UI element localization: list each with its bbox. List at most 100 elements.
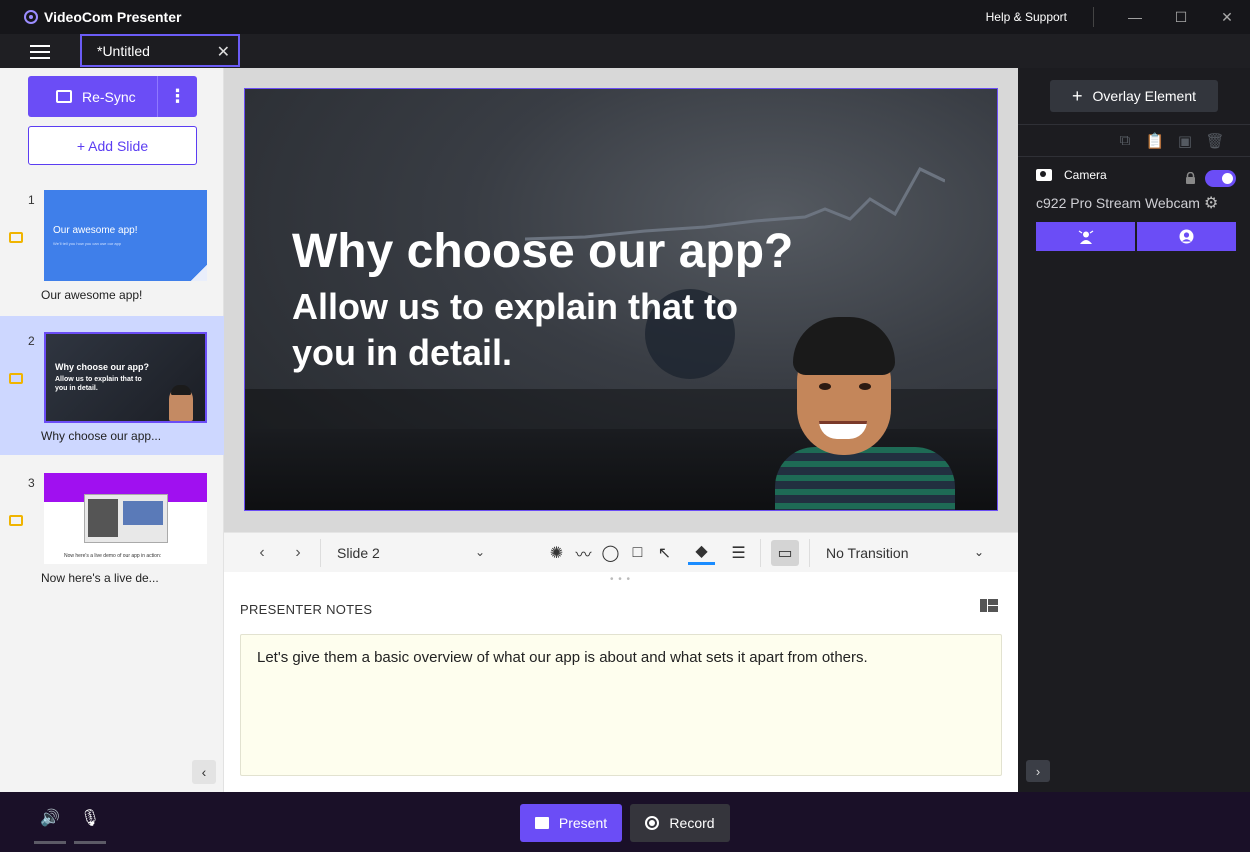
transition-dropdown-value: No Transition	[826, 544, 909, 561]
slide-list-item[interactable]: 1 Our awesome app! We'll tell you how yo…	[0, 179, 224, 309]
blur-person-icon	[1078, 230, 1093, 244]
divider	[1093, 7, 1094, 27]
camera-toggle[interactable]	[1205, 170, 1236, 187]
presenter-hair	[793, 317, 895, 375]
gear-icon[interactable]: ⚙	[1204, 193, 1218, 213]
camera-label: Camera	[1064, 168, 1107, 182]
tab-title: *Untitled	[97, 42, 150, 59]
close-tab-icon[interactable]: ✕	[217, 42, 230, 62]
tab-untitled[interactable]: *Untitled ✕	[80, 34, 240, 67]
present-label: Present	[558, 815, 608, 831]
minimize-button[interactable]: —	[1112, 0, 1158, 34]
thumb-subtitle: Now here's a live demo of our app in act…	[64, 553, 162, 559]
presenter-eye	[819, 383, 831, 390]
layout-icon[interactable]	[980, 599, 998, 612]
slide-subheadline[interactable]: Allow us to explain that to you in detai…	[292, 284, 772, 376]
speaker-control[interactable]: 🔊	[34, 808, 66, 844]
maximize-button[interactable]: ☐	[1158, 0, 1204, 34]
app-title: VideoCom Presenter	[44, 9, 182, 25]
slide-toolbar: ‹ › Slide 2 ⌄ ✺ 〰 ◯ □ ↖ ◆ ☰ ▭ No Transit…	[224, 532, 1018, 572]
slide-thumbnail: Our awesome app! We'll tell you how you …	[44, 190, 207, 281]
slides-badge-icon	[9, 515, 23, 526]
slide-list-item[interactable]: 2 Why choose our app? Allow us to explai…	[0, 316, 224, 455]
slide-canvas[interactable]: Why choose our app? Allow us to explain …	[244, 88, 998, 511]
person-mode-button[interactable]	[1137, 222, 1236, 251]
divider	[1018, 124, 1250, 125]
spotlight-icon[interactable]: ✺	[543, 541, 570, 565]
speaker-level[interactable]	[34, 841, 66, 844]
microphone-control[interactable]: 🎙	[74, 808, 106, 844]
chevron-down-icon: ⌄	[973, 544, 984, 559]
record-button[interactable]: Record	[630, 804, 730, 842]
add-slide-button[interactable]: + Add Slide	[28, 126, 197, 165]
slide-number: 1	[28, 193, 35, 207]
paste-icon[interactable]: 📋	[1140, 132, 1170, 150]
background-blur-button[interactable]	[1036, 222, 1135, 251]
slide-number: 3	[28, 476, 35, 490]
notes-textarea[interactable]: Let's give them a basic overview of what…	[240, 634, 1002, 776]
rectangle-icon[interactable]: □	[624, 541, 651, 565]
app-screenshot-thumbnail	[84, 494, 168, 543]
fill-icon[interactable]: ◆	[688, 541, 715, 565]
divider	[1018, 156, 1250, 157]
slides-panel: Re-Sync ⋮ + Add Slide 1 Our awesome app!…	[0, 68, 224, 792]
slides-badge-icon	[9, 373, 23, 384]
thumb-title: Our awesome app!	[53, 225, 138, 236]
webcam-overlay[interactable]	[775, 317, 955, 510]
speaker-icon: 🔊	[40, 810, 60, 827]
resize-handle[interactable]: • • •	[610, 574, 631, 585]
camera-row: Camera	[1036, 168, 1107, 182]
camera-mode-buttons	[1036, 222, 1236, 251]
slide-headline[interactable]: Why choose our app?	[292, 224, 793, 279]
presenter-notes-panel: • • • PRESENTER NOTES Let's give them a …	[224, 572, 1018, 792]
presenter-eye	[859, 383, 871, 390]
slide-number: 2	[28, 334, 35, 348]
notes-toggle-icon[interactable]: ▭	[771, 539, 799, 566]
slide-thumbnail: Now here's a live demo of our app in act…	[44, 473, 207, 564]
overlay-element-button[interactable]: + Overlay Element	[1050, 80, 1218, 112]
laser-icon[interactable]: 〰	[570, 541, 597, 565]
collapse-panel-button[interactable]: ‹	[192, 760, 216, 784]
slides-badge-icon	[9, 232, 23, 243]
properties-panel: + Overlay Element ⧉ 📋 ▣ 🗑 Camera c922 Pr…	[1018, 68, 1250, 792]
record-icon	[645, 816, 660, 830]
menu-icon[interactable]	[30, 45, 50, 59]
copy-icon[interactable]: ⧉	[1110, 132, 1140, 150]
present-icon	[534, 817, 549, 829]
close-window-button[interactable]: ✕	[1204, 0, 1250, 34]
slide-list-item[interactable]: 3 Now here's a live demo of our app in a…	[0, 462, 224, 592]
microphone-level[interactable]	[74, 841, 106, 844]
presenter-shirt	[775, 447, 955, 510]
expand-panel-button[interactable]: ›	[1026, 760, 1050, 782]
transition-dropdown[interactable]: No Transition ⌄	[810, 545, 1018, 561]
thumb-subtitle: Allow us to explain that to you in detai…	[55, 376, 142, 392]
page-curl-icon	[191, 265, 207, 281]
lock-icon[interactable]	[1185, 172, 1196, 184]
more-options-button[interactable]: ⋮	[157, 76, 197, 117]
arrow-icon[interactable]: ↖	[651, 541, 678, 565]
title-bar: VideoCom Presenter Help & Support — ☐ ✕	[0, 0, 1250, 34]
record-label: Record	[669, 815, 715, 831]
presenter-thumbnail	[169, 385, 193, 421]
annotation-tools: ✺ 〰 ◯ □ ↖ ◆ ☰ ▭	[543, 538, 810, 567]
resync-button-group: Re-Sync ⋮	[28, 76, 197, 117]
previous-slide-button[interactable]: ‹	[244, 544, 280, 562]
slide-dropdown[interactable]: Slide 2 ⌄	[321, 545, 491, 561]
archive-icon[interactable]: ▣	[1170, 132, 1200, 150]
present-button[interactable]: Present	[520, 804, 622, 842]
line-width-icon[interactable]: ☰	[725, 541, 752, 565]
ellipse-icon[interactable]: ◯	[597, 541, 624, 565]
thumb-subtitle: We'll tell you how you can use our app	[53, 241, 122, 246]
next-slide-button[interactable]: ›	[280, 544, 316, 562]
slide-caption: Our awesome app!	[41, 288, 143, 302]
resync-button[interactable]: Re-Sync	[28, 76, 157, 117]
slide-caption: Now here's a live de...	[41, 571, 159, 585]
divider	[760, 538, 761, 567]
trash-icon[interactable]: 🗑	[1200, 132, 1230, 150]
chevron-down-icon: ⌄	[474, 544, 485, 559]
tab-bar: *Untitled ✕	[0, 34, 1250, 68]
help-support-link[interactable]: Help & Support	[986, 10, 1067, 24]
app-logo-icon	[24, 10, 38, 24]
bottom-bar: 🔊 🎙 Present Record	[0, 792, 1250, 852]
monitor-icon	[56, 90, 72, 103]
